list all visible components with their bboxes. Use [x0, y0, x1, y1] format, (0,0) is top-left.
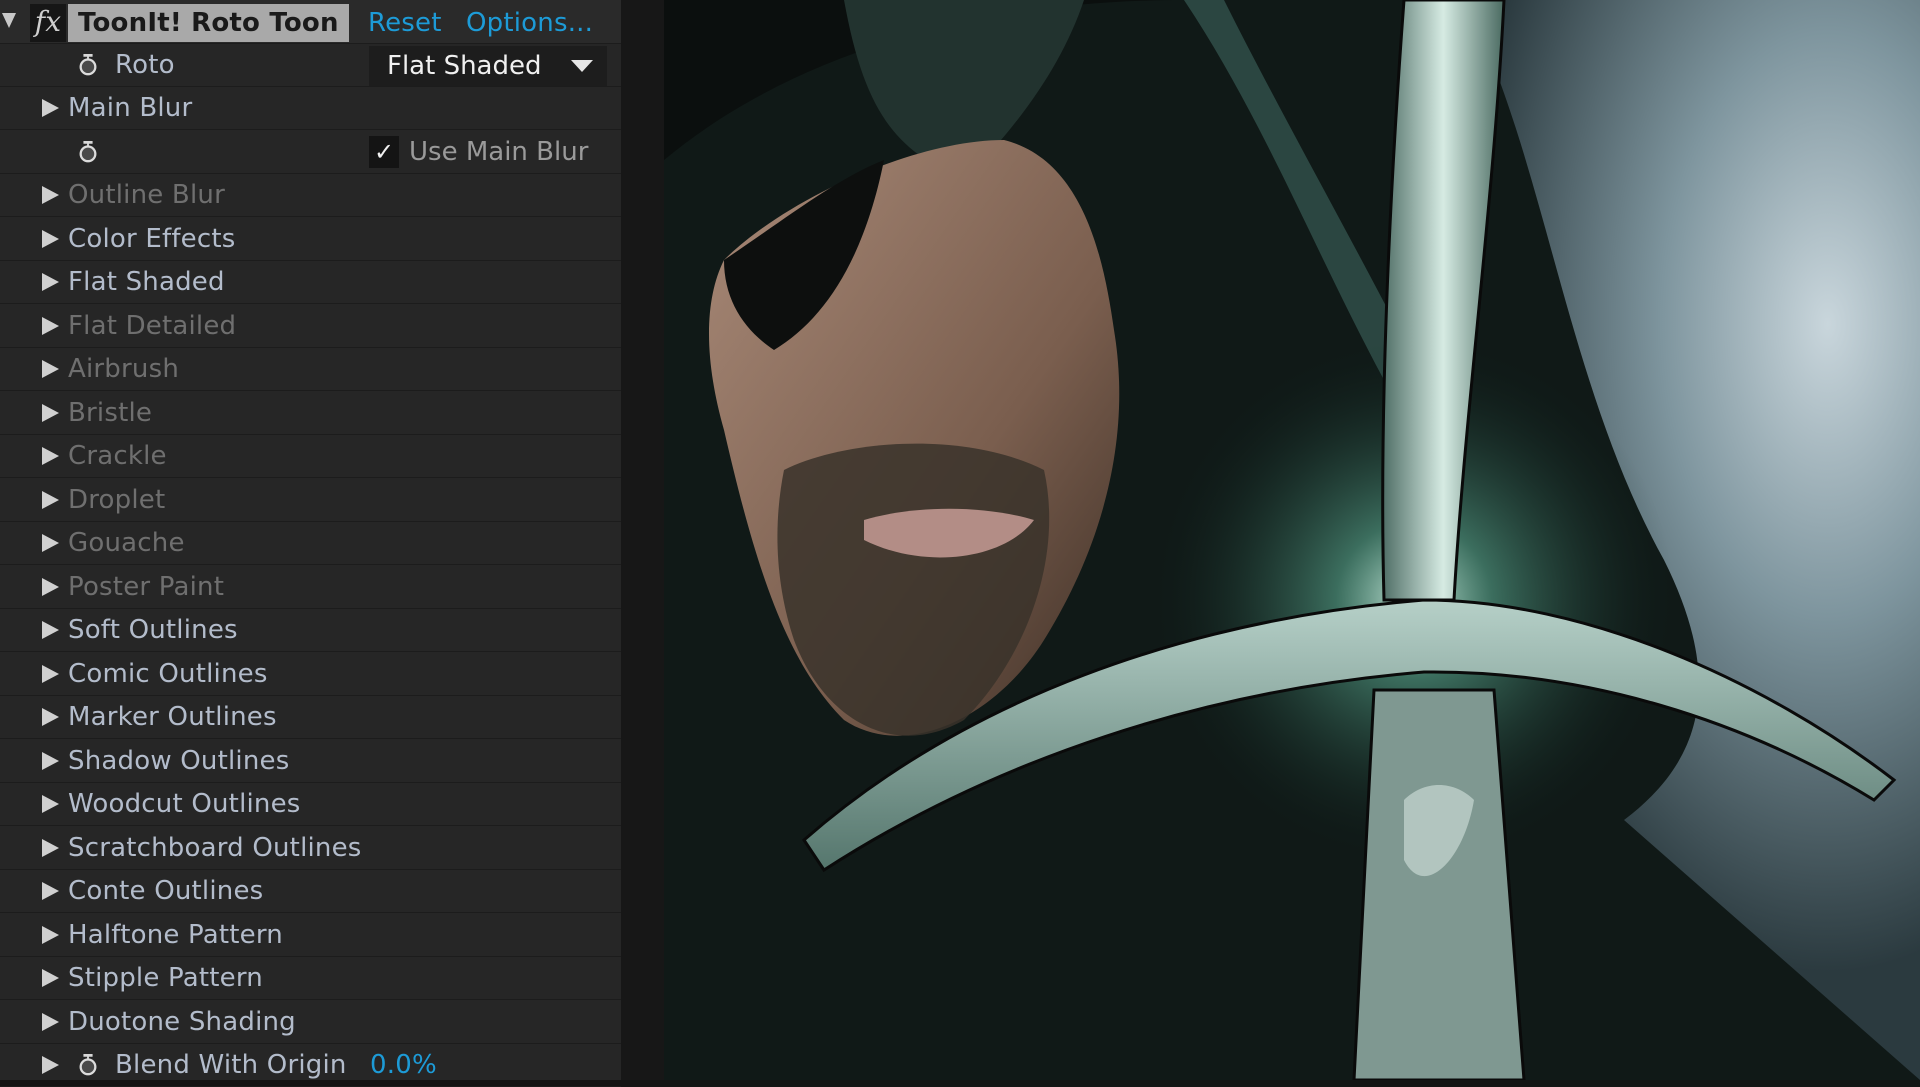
property-group-row[interactable]: Outline Blur: [0, 174, 621, 217]
property-group-label: Bristle: [68, 398, 153, 428]
property-group-row[interactable]: Crackle: [0, 435, 621, 478]
triangle-right-icon[interactable]: [42, 230, 59, 248]
triangle-right-icon[interactable]: [42, 926, 59, 944]
triangle-down-icon[interactable]: [2, 13, 16, 28]
property-group-label: Airbrush: [68, 354, 179, 384]
property-group-row[interactable]: Duotone Shading: [0, 1001, 621, 1044]
property-group-label: Conte Outlines: [68, 876, 264, 906]
property-group-label: Woodcut Outlines: [68, 789, 301, 819]
property-group-label: Flat Detailed: [68, 311, 237, 341]
property-group-row[interactable]: Bristle: [0, 392, 621, 435]
chevron-down-icon: [571, 60, 593, 72]
property-group-label: Duotone Shading: [68, 1007, 296, 1037]
preview-image: [664, 0, 1920, 1080]
reset-button[interactable]: Reset: [368, 4, 442, 42]
triangle-right-icon[interactable]: [42, 447, 59, 465]
triangle-right-icon[interactable]: [42, 491, 59, 509]
property-group-label: Comic Outlines: [68, 659, 268, 689]
property-group-row[interactable]: Flat Detailed: [0, 305, 621, 348]
property-group-row[interactable]: Marker Outlines: [0, 696, 621, 739]
effect-name[interactable]: ToonIt! Roto Toon: [68, 4, 349, 42]
roto-dropdown-value: Flat Shaded: [387, 51, 542, 81]
stopwatch-icon[interactable]: [77, 141, 99, 163]
property-group-row[interactable]: Halftone Pattern: [0, 914, 621, 957]
roto-dropdown[interactable]: Flat Shaded: [369, 46, 607, 86]
triangle-right-icon[interactable]: [42, 708, 59, 726]
fx-icon[interactable]: fx: [30, 4, 66, 42]
composition-viewer[interactable]: [664, 0, 1920, 1080]
stopwatch-icon[interactable]: [77, 1054, 99, 1076]
property-group-label: Soft Outlines: [68, 615, 238, 645]
property-group-label: Color Effects: [68, 224, 236, 254]
stopwatch-icon[interactable]: [77, 54, 99, 76]
use-main-blur-checkbox[interactable]: ✓: [369, 136, 399, 168]
property-group-row[interactable]: Shadow Outlines: [0, 740, 621, 783]
panel-divider: [621, 0, 664, 1080]
property-group-label: Main Blur: [68, 93, 193, 123]
triangle-right-icon[interactable]: [42, 1056, 59, 1074]
property-group-label: Gouache: [68, 528, 185, 558]
property-group-row[interactable]: Droplet: [0, 479, 621, 522]
triangle-right-icon[interactable]: [42, 1013, 59, 1031]
property-group-row[interactable]: Stipple Pattern: [0, 957, 621, 1000]
property-group-label: Halftone Pattern: [68, 920, 283, 950]
triangle-right-icon[interactable]: [42, 795, 59, 813]
property-group-row[interactable]: Main Blur: [0, 87, 621, 130]
property-group-label: Crackle: [68, 441, 167, 471]
property-group-label: Marker Outlines: [68, 702, 277, 732]
triangle-right-icon[interactable]: [42, 534, 59, 552]
property-group-row[interactable]: Color Effects: [0, 218, 621, 261]
blend-with-origin-value[interactable]: 0.0%: [370, 1044, 437, 1087]
property-group-label: Droplet: [68, 485, 166, 515]
property-group-row[interactable]: Poster Paint: [0, 566, 621, 609]
property-group-label: Shadow Outlines: [68, 746, 290, 776]
options-button[interactable]: Options...: [466, 4, 593, 42]
property-group-row[interactable]: Gouache: [0, 522, 621, 565]
property-group-label: Flat Shaded: [68, 267, 225, 297]
property-group-row[interactable]: Woodcut Outlines: [0, 783, 621, 826]
effect-controls-panel: fx ToonIt! Roto Toon Reset Options... Ro…: [0, 0, 621, 1087]
property-group-label: Scratchboard Outlines: [68, 833, 362, 863]
property-group-row[interactable]: Conte Outlines: [0, 870, 621, 913]
blend-with-origin-row: Blend With Origin 0.0%: [0, 1044, 621, 1087]
blend-with-origin-label: Blend With Origin: [115, 1050, 347, 1080]
triangle-right-icon[interactable]: [42, 99, 59, 117]
triangle-right-icon[interactable]: [42, 360, 59, 378]
triangle-right-icon[interactable]: [42, 273, 59, 291]
triangle-right-icon[interactable]: [42, 969, 59, 987]
triangle-right-icon[interactable]: [42, 839, 59, 857]
triangle-right-icon[interactable]: [42, 186, 59, 204]
property-group-row[interactable]: Flat Shaded: [0, 261, 621, 304]
property-group-label: Stipple Pattern: [68, 963, 263, 993]
property-group-row[interactable]: Scratchboard Outlines: [0, 827, 621, 870]
use-main-blur-label: Use Main Blur: [409, 137, 589, 167]
property-group-row[interactable]: Airbrush: [0, 348, 621, 391]
triangle-right-icon[interactable]: [42, 621, 59, 639]
property-group-label: Outline Blur: [68, 180, 225, 210]
triangle-right-icon[interactable]: [42, 404, 59, 422]
property-group-label: Poster Paint: [68, 572, 225, 602]
triangle-right-icon[interactable]: [42, 317, 59, 335]
triangle-right-icon[interactable]: [42, 665, 59, 683]
triangle-right-icon[interactable]: [42, 752, 59, 770]
triangle-right-icon[interactable]: [42, 882, 59, 900]
roto-label: Roto: [115, 50, 175, 80]
triangle-right-icon[interactable]: [42, 578, 59, 596]
effect-header-row: fx ToonIt! Roto Toon Reset Options...: [0, 0, 621, 44]
property-group-row[interactable]: Soft Outlines: [0, 609, 621, 652]
property-group-row[interactable]: Comic Outlines: [0, 653, 621, 696]
